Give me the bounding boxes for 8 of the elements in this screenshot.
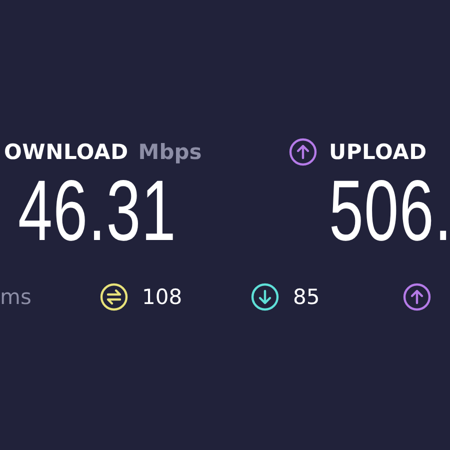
latency-value: 108 [142, 285, 182, 309]
download-label: OWNLOAD [4, 140, 128, 164]
unit-label: Mbps [138, 140, 202, 164]
download-speed: 46.31 [18, 175, 177, 247]
upload-speed: 506. [329, 175, 450, 247]
ms-unit: ms [0, 285, 32, 309]
latency-value: 85 [293, 285, 320, 309]
upload-label: UPLOAD [329, 140, 427, 164]
